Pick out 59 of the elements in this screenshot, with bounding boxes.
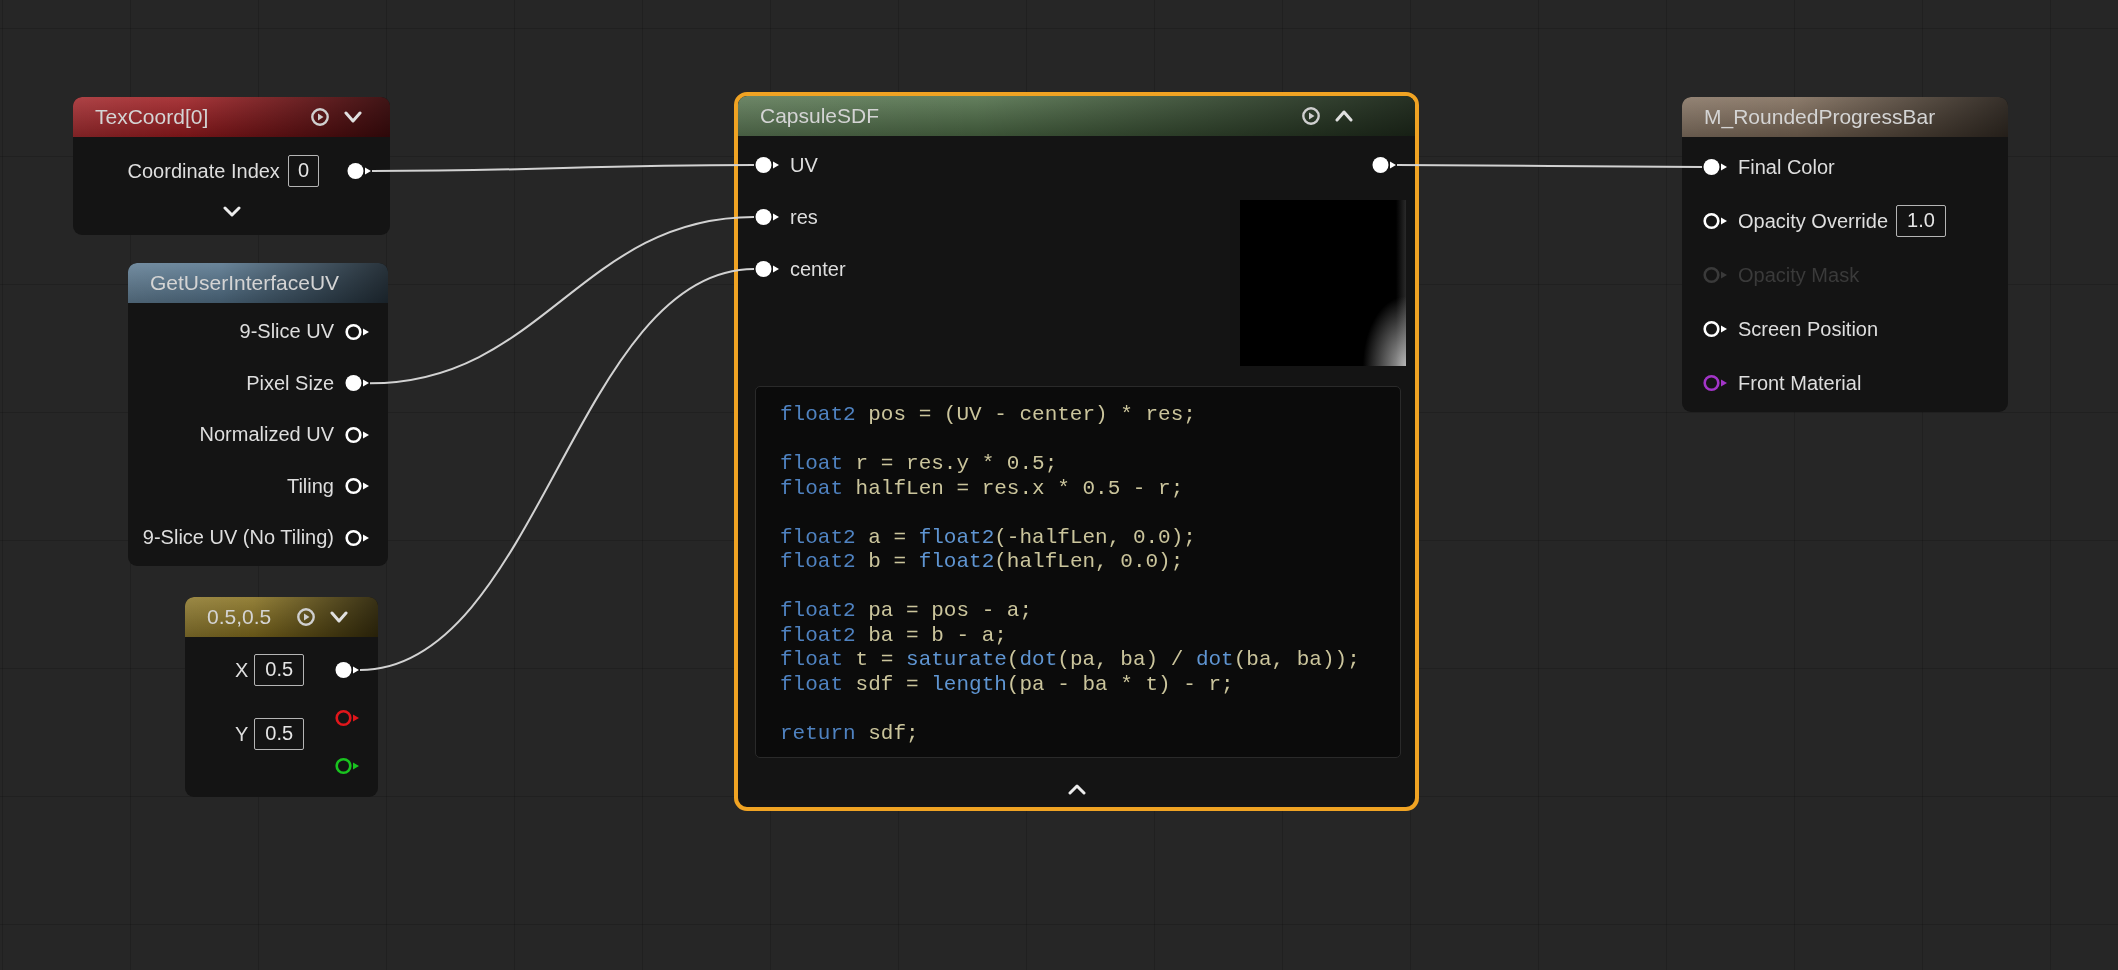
field-label: X bbox=[235, 658, 249, 682]
pin-icon[interactable] bbox=[344, 527, 370, 548]
pin-icon[interactable] bbox=[754, 155, 780, 175]
node-card[interactable]: GetUserInterfaceUV 9-Slice UV Pixel Size Normalized UV Tiling 9-Slice UV (No Tiling) bbox=[128, 263, 388, 566]
pin-icon[interactable] bbox=[344, 321, 370, 342]
pin-label: Pixel Size bbox=[246, 371, 334, 395]
field-label: Y bbox=[235, 722, 249, 746]
pin-label: Normalized UV bbox=[199, 423, 334, 447]
pin-label: 9-Slice UV (No Tiling) bbox=[142, 526, 334, 550]
code-line: float2 a = float2(-halfLen, 0.0); bbox=[780, 525, 1197, 550]
pin-label: Front Material bbox=[1738, 371, 1862, 395]
pin-label: Coordinate Index bbox=[127, 159, 280, 183]
code-field[interactable] bbox=[755, 386, 1401, 758]
node-title: M_RoundedProgressBar bbox=[1704, 105, 1937, 129]
value-field[interactable]: 1.0 bbox=[1896, 205, 1946, 237]
pin-label: center bbox=[790, 257, 846, 281]
code-line: float r = res.y * 0.5; bbox=[780, 452, 1059, 477]
code-line: float2 ba = b - a; bbox=[780, 623, 1008, 648]
chevron-down-icon[interactable] bbox=[222, 205, 241, 217]
value-field[interactable]: 0 bbox=[287, 155, 319, 187]
pin-icon[interactable] bbox=[334, 660, 360, 680]
pin-label: Screen Position bbox=[1738, 317, 1879, 341]
code-line: float2 pa = pos - a; bbox=[780, 599, 1034, 624]
node-title: GetUserInterfaceUV bbox=[150, 271, 341, 295]
pin-label: Tiling bbox=[286, 474, 334, 498]
pin-icon[interactable] bbox=[754, 207, 780, 227]
code-line: float t = saturate(dot(pa, ba) / dot(ba, ba)); bbox=[780, 648, 1361, 673]
pin-label: UV bbox=[790, 153, 818, 177]
value-field[interactable]: 0.5 bbox=[254, 654, 305, 686]
pin-icon[interactable] bbox=[1702, 157, 1728, 177]
play-circle-icon[interactable] bbox=[297, 608, 315, 626]
pin-label: 9-Slice UV bbox=[239, 320, 334, 344]
pin-icon[interactable] bbox=[344, 373, 370, 394]
pin-icon[interactable] bbox=[346, 161, 372, 181]
pin-label: Final Color bbox=[1738, 155, 1835, 179]
node-card[interactable]: TexCoord[0] Coordinate Index 0 bbox=[73, 97, 390, 235]
pin-icon[interactable] bbox=[1702, 211, 1728, 231]
pin-label: Opacity Override bbox=[1738, 209, 1889, 233]
code-line: return sdf; bbox=[780, 721, 920, 746]
code-line: float halfLen = res.x * 0.5 - r; bbox=[780, 476, 1185, 501]
node-card[interactable] bbox=[734, 92, 1419, 811]
node-title: TexCoord[0] bbox=[95, 105, 210, 129]
code-line: float2 b = float2(halfLen, 0.0); bbox=[780, 550, 1185, 575]
pin-icon[interactable] bbox=[344, 424, 370, 445]
play-circle-icon[interactable] bbox=[1302, 107, 1320, 125]
pin-icon[interactable] bbox=[754, 259, 780, 279]
pin-icon[interactable] bbox=[1702, 319, 1728, 339]
pin-icon[interactable] bbox=[334, 756, 360, 776]
code-line: float2 pos = (UV - center) * res; bbox=[780, 403, 1197, 428]
node-card[interactable]: 0.5,0.5 X 0.5 Y 0.5 bbox=[185, 597, 378, 797]
pin-icon[interactable] bbox=[1371, 155, 1397, 175]
node-title: CapsuleSDF bbox=[760, 104, 881, 128]
value-field[interactable]: 0.5 bbox=[254, 718, 305, 750]
chevron-up-icon[interactable] bbox=[1067, 784, 1086, 795]
code-line: float sdf = length(pa - ba * t) - r; bbox=[780, 672, 1235, 697]
pin-icon[interactable] bbox=[344, 476, 370, 497]
pin-label: res bbox=[790, 205, 818, 229]
play-circle-icon[interactable] bbox=[311, 108, 329, 126]
node-title: 0.5,0.5 bbox=[207, 605, 273, 629]
